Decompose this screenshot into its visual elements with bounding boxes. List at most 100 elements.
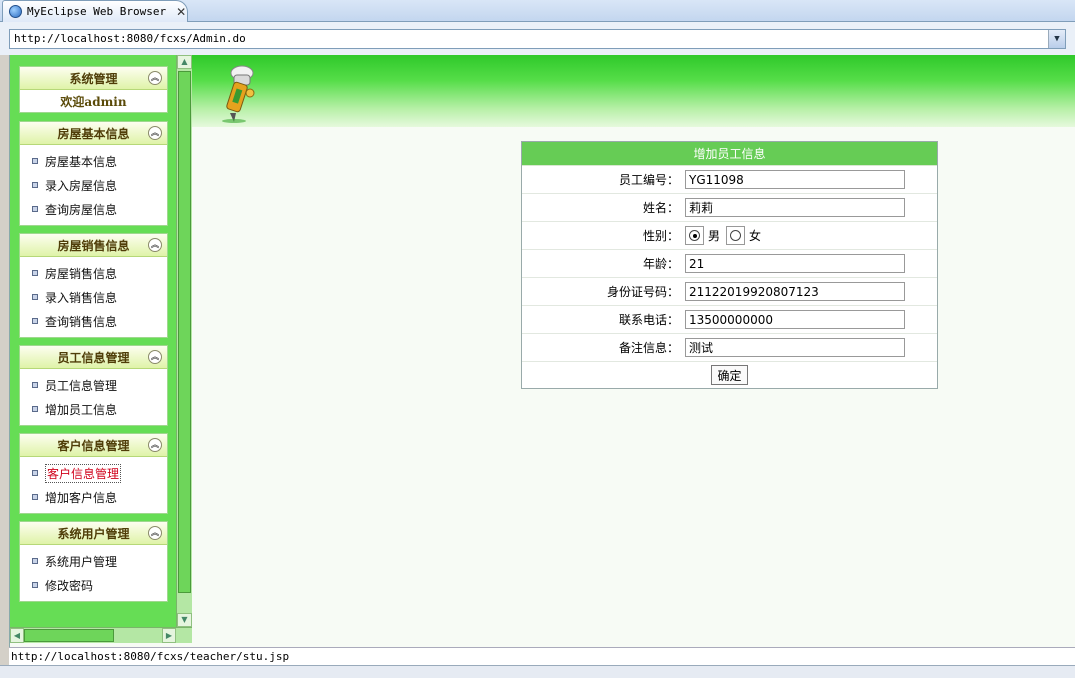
idcard-input[interactable]	[685, 282, 905, 301]
status-url: http://localhost:8080/fcxs/teacher/stu.j…	[11, 650, 290, 663]
header-banner	[192, 55, 1075, 127]
panel-system: 系统管理 ︽ 欢迎admin	[19, 66, 168, 113]
sidebar-item-add-house[interactable]: 录入房屋信息	[20, 173, 167, 197]
label-phone: 联系电话：	[618, 313, 679, 327]
sidebar-item-query-sales[interactable]: 查询销售信息	[20, 309, 167, 333]
square-bullet-icon	[32, 470, 38, 476]
browser-viewport: 系统管理 ︽ 欢迎admin 房屋基本信息 ︽ 房屋基本信息 录入房屋信息 查询…	[9, 55, 1075, 647]
sidebar-item-query-house[interactable]: 查询房屋信息	[20, 197, 167, 221]
form-row-submit: 确定	[522, 362, 937, 388]
square-bullet-icon	[32, 270, 38, 276]
age-input[interactable]	[685, 254, 905, 273]
form-row-name: 姓名：	[522, 194, 937, 222]
label-employee-id: 员工编号：	[618, 173, 679, 187]
scroll-thumb[interactable]	[24, 629, 114, 642]
scroll-right-button[interactable]: ▶	[162, 628, 176, 643]
gender-male-label: 男	[708, 229, 721, 243]
sidebar-item-add-sales[interactable]: 录入销售信息	[20, 285, 167, 309]
sidebar-item-system-user[interactable]: 系统用户管理	[20, 549, 167, 573]
employee-id-input[interactable]	[685, 170, 905, 189]
panel-title: 房屋基本信息	[57, 126, 130, 141]
pencil-mascot-icon	[222, 65, 255, 123]
panel-house-info: 房屋基本信息 ︽ 房屋基本信息 录入房屋信息 查询房屋信息	[19, 121, 168, 226]
collapse-icon[interactable]: ︽	[148, 350, 162, 364]
remark-input[interactable]	[685, 338, 905, 357]
name-input[interactable]	[685, 198, 905, 217]
square-bullet-icon	[32, 206, 38, 212]
address-bar-area: http://localhost:8080/fcxs/Admin.do ▼	[0, 22, 1075, 55]
sidebar: 系统管理 ︽ 欢迎admin 房屋基本信息 ︽ 房屋基本信息 录入房屋信息 查询…	[10, 55, 176, 627]
sidebar-item-sales-info[interactable]: 房屋销售信息	[20, 261, 167, 285]
label-gender: 性别：	[642, 229, 679, 243]
scroll-thumb[interactable]	[178, 71, 191, 593]
submit-button[interactable]: 确定	[711, 365, 748, 385]
square-bullet-icon	[32, 494, 38, 500]
panel-title: 客户信息管理	[57, 438, 130, 453]
browser-tab-bar: MyEclipse Web Browser ✕	[0, 0, 1075, 22]
collapse-icon[interactable]: ︽	[148, 126, 162, 140]
sidebar-item-employee-manage[interactable]: 员工信息管理	[20, 373, 167, 397]
add-employee-form: 增加员工信息 员工编号： 姓名： 性别： 男 女 年龄：	[521, 141, 938, 389]
tab-title: MyEclipse Web Browser	[27, 5, 167, 18]
square-bullet-icon	[32, 558, 38, 564]
panel-title: 房屋销售信息	[57, 238, 130, 253]
square-bullet-icon	[32, 294, 38, 300]
square-bullet-icon	[32, 182, 38, 188]
label-remark: 备注信息：	[618, 341, 679, 355]
square-bullet-icon	[32, 382, 38, 388]
gender-female-radio[interactable]	[726, 226, 746, 245]
form-title: 增加员工信息	[522, 142, 937, 166]
address-url: http://localhost:8080/fcxs/Admin.do	[14, 32, 246, 45]
collapse-icon[interactable]: ︽	[148, 71, 162, 85]
panel-header[interactable]: 房屋基本信息 ︽	[20, 122, 167, 145]
panel-header[interactable]: 员工信息管理 ︽	[20, 346, 167, 369]
sidebar-item-add-employee[interactable]: 增加员工信息	[20, 397, 167, 421]
close-icon[interactable]: ✕	[176, 5, 186, 19]
tab-web-browser[interactable]: MyEclipse Web Browser ✕	[2, 0, 188, 22]
square-bullet-icon	[32, 318, 38, 324]
form-row-phone: 联系电话：	[522, 306, 937, 334]
status-bar: http://localhost:8080/fcxs/teacher/stu.j…	[9, 647, 1075, 665]
welcome-text: 欢迎admin	[60, 94, 127, 109]
form-row-idcard: 身份证号码：	[522, 278, 937, 306]
sidebar-horizontal-scrollbar[interactable]: ◀ ▶	[10, 627, 192, 643]
panel-header[interactable]: 客户信息管理 ︽	[20, 434, 167, 457]
form-row-age: 年龄：	[522, 250, 937, 278]
panel-system-user: 系统用户管理 ︽ 系统用户管理 修改密码	[19, 521, 168, 602]
panel-title: 系统用户管理	[57, 526, 130, 541]
panel-employee: 员工信息管理 ︽ 员工信息管理 增加员工信息	[19, 345, 168, 426]
label-idcard: 身份证号码：	[606, 285, 679, 299]
gender-male-radio[interactable]	[685, 226, 704, 245]
sidebar-item-customer-manage[interactable]: 客户信息管理	[20, 461, 167, 485]
gender-female-label: 女	[749, 229, 762, 243]
globe-icon	[9, 5, 22, 18]
collapse-icon[interactable]: ︽	[148, 238, 162, 252]
label-age: 年龄：	[642, 257, 679, 271]
scroll-left-button[interactable]: ◀	[10, 628, 24, 643]
sidebar-item-change-password[interactable]: 修改密码	[20, 573, 167, 597]
sidebar-vertical-scrollbar[interactable]: ▲ ▼	[176, 55, 192, 627]
form-row-gender: 性别： 男 女	[522, 222, 937, 250]
panel-header[interactable]: 房屋销售信息 ︽	[20, 234, 167, 257]
scroll-down-button[interactable]: ▼	[177, 613, 192, 627]
form-row-id: 员工编号：	[522, 166, 937, 194]
panel-sales-info: 房屋销售信息 ︽ 房屋销售信息 录入销售信息 查询销售信息	[19, 233, 168, 338]
panel-title: 系统管理	[69, 71, 118, 86]
main-content: 增加员工信息 员工编号： 姓名： 性别： 男 女 年龄：	[192, 127, 1075, 643]
label-name: 姓名：	[642, 201, 679, 215]
panel-header[interactable]: 系统用户管理 ︽	[20, 522, 167, 545]
panel-header[interactable]: 系统管理 ︽	[20, 67, 167, 90]
phone-input[interactable]	[685, 310, 905, 329]
sidebar-item-house-info[interactable]: 房屋基本信息	[20, 149, 167, 173]
panel-title: 员工信息管理	[57, 350, 130, 365]
square-bullet-icon	[32, 582, 38, 588]
form-row-remark: 备注信息：	[522, 334, 937, 362]
address-input[interactable]: http://localhost:8080/fcxs/Admin.do ▼	[9, 29, 1066, 49]
collapse-icon[interactable]: ︽	[148, 438, 162, 452]
square-bullet-icon	[32, 158, 38, 164]
sidebar-item-add-customer[interactable]: 增加客户信息	[20, 485, 167, 509]
chevron-down-icon[interactable]: ▼	[1048, 30, 1065, 48]
square-bullet-icon	[32, 406, 38, 412]
collapse-icon[interactable]: ︽	[148, 526, 162, 540]
scroll-up-button[interactable]: ▲	[177, 55, 192, 69]
